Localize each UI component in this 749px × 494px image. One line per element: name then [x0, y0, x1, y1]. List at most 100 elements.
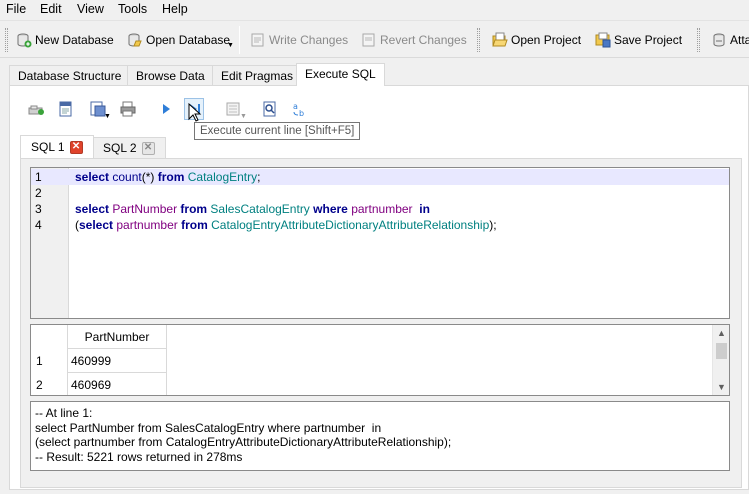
toolbar-grip[interactable]: [697, 28, 700, 52]
save-project-icon: [595, 32, 611, 48]
tab-browse-data[interactable]: Browse Data: [127, 65, 214, 86]
scroll-up-icon[interactable]: ▲: [713, 325, 729, 341]
find-text-icon[interactable]: [260, 98, 280, 120]
tab-execute-sql[interactable]: Execute SQL: [296, 63, 385, 86]
message-line: -- Result: 5221 rows returned in 278ms: [35, 449, 243, 464]
new-database-icon: [16, 32, 32, 48]
open-database-label: Open Database: [146, 33, 231, 47]
line-number: 1: [35, 170, 42, 184]
code-text: (select partnumber from CatalogEntryAttr…: [75, 217, 497, 233]
keyword: where: [313, 202, 348, 216]
open-database-icon: [127, 32, 143, 48]
keyword: select: [75, 170, 110, 184]
close-icon[interactable]: ✕: [141, 141, 155, 155]
message-line: -- At line 1:: [35, 406, 93, 420]
tab-sql-1[interactable]: SQL 1 ✕: [20, 135, 94, 158]
toolbar-separator: [239, 26, 240, 54]
editor-line[interactable]: 4 (select partnumber from CatalogEntryAt…: [31, 217, 729, 233]
menu-file[interactable]: File: [6, 2, 26, 16]
open-project-button[interactable]: Open Project: [492, 29, 581, 51]
new-database-button[interactable]: New Database: [16, 29, 114, 51]
print-icon[interactable]: [118, 98, 138, 120]
message-pane[interactable]: -- At line 1: select PartNumber from Sal…: [30, 401, 730, 471]
table-cell[interactable]: 460969: [67, 373, 167, 395]
line-number: 3: [35, 202, 42, 216]
sql-toolbar-separator: [147, 100, 148, 120]
function-name: count: [112, 170, 142, 184]
execute-line-tooltip: Execute current line [Shift+F5]: [194, 122, 361, 140]
row-number[interactable]: 1: [31, 349, 67, 373]
sql-editor[interactable]: 1 select count(*) from CatalogEntry; 2 3…: [30, 167, 730, 319]
line-number: 4: [35, 218, 42, 232]
write-changes-label: Write Changes: [269, 33, 349, 47]
column-header-partnumber[interactable]: PartNumber: [67, 325, 167, 349]
keyword: select: [75, 202, 110, 216]
menu-tools[interactable]: Tools: [118, 2, 147, 16]
toolbar-grip[interactable]: [477, 28, 480, 52]
tab-sql-2[interactable]: SQL 2 ✕: [92, 137, 166, 158]
write-changes-icon: [250, 32, 266, 48]
svg-text:a: a: [293, 102, 298, 111]
open-project-icon: [492, 32, 508, 48]
code-punct: ;: [257, 170, 261, 184]
close-icon[interactable]: ✕: [69, 140, 83, 154]
menu-edit[interactable]: Edit: [40, 2, 62, 16]
code-punct: );: [489, 218, 497, 232]
open-sql-file-icon[interactable]: [56, 98, 76, 120]
table-name: SalesCatalogEntry: [210, 202, 310, 216]
attach-database-button[interactable]: Atta: [711, 29, 749, 51]
keyword: select: [79, 218, 114, 232]
tab-edit-pragmas[interactable]: Edit Pragmas: [212, 65, 303, 86]
table-name: CatalogEntryAttributeDictionaryAttribute…: [211, 218, 490, 232]
code-text: select PartNumber from SalesCatalogEntry…: [75, 201, 430, 217]
keyword: from: [181, 218, 208, 232]
new-database-label: New Database: [35, 33, 114, 47]
column-name: PartNumber: [112, 202, 178, 216]
tab-sql-2-label: SQL 2: [103, 141, 137, 155]
svg-text:b: b: [299, 109, 304, 117]
message-line: (select partnumber from CatalogEntryAttr…: [35, 435, 452, 449]
tab-database-structure[interactable]: Database Structure: [9, 65, 131, 86]
save-project-label: Save Project: [614, 33, 683, 47]
toolbar-grip[interactable]: [5, 28, 8, 52]
menu-view[interactable]: View: [77, 2, 104, 16]
open-database-dropdown-icon[interactable]: ▼: [227, 42, 234, 49]
open-tab-icon[interactable]: [26, 98, 46, 120]
revert-changes-label: Revert Changes: [380, 33, 467, 47]
row-number[interactable]: 2: [31, 373, 67, 395]
results-scrollbar[interactable]: ▲ ▼: [712, 325, 729, 395]
column-name: partnumber: [351, 202, 413, 216]
open-database-button[interactable]: Open Database: [127, 29, 230, 51]
editor-line[interactable]: 1 select count(*) from CatalogEntry;: [31, 169, 729, 185]
menu-help[interactable]: Help: [162, 2, 188, 16]
revert-changes-button[interactable]: Revert Changes: [361, 29, 467, 51]
table-cell[interactable]: 460999: [67, 349, 167, 373]
main-toolbar: New Database Open Database ▼ Write Chang…: [0, 20, 749, 58]
menu-bar: File Edit View Tools Help: [0, 0, 749, 20]
revert-changes-icon: [361, 32, 377, 48]
keyword: from: [180, 202, 208, 216]
save-sql-dropdown-icon[interactable]: ▼: [104, 113, 111, 120]
editor-line[interactable]: 2: [31, 185, 729, 201]
line-number: 2: [35, 186, 42, 200]
attach-database-label: Atta: [730, 33, 749, 47]
attach-database-icon: [711, 32, 727, 48]
code-text: select count(*) from CatalogEntry;: [75, 169, 260, 185]
execute-all-icon[interactable]: [156, 98, 176, 120]
write-changes-button[interactable]: Write Changes: [250, 29, 348, 51]
save-results-dropdown-icon[interactable]: ▼: [240, 113, 247, 120]
tab-sql-1-label: SQL 1: [31, 140, 65, 154]
results-grid[interactable]: PartNumber 1 460999 2 460969 ▲ ▼: [30, 324, 730, 396]
open-project-label: Open Project: [511, 33, 582, 47]
column-name: partnumber: [116, 218, 178, 232]
table-name: CatalogEntry: [187, 170, 258, 184]
keyword: in: [419, 202, 430, 216]
scroll-down-icon[interactable]: ▼: [713, 379, 729, 395]
find-replace-icon[interactable]: ab: [290, 98, 310, 120]
code-punct: (*): [141, 170, 158, 184]
scroll-thumb[interactable]: [716, 343, 727, 359]
save-project-button[interactable]: Save Project: [595, 29, 682, 51]
editor-line[interactable]: 3 select PartNumber from SalesCatalogEnt…: [31, 201, 729, 217]
message-line: select PartNumber from SalesCatalogEntry…: [35, 420, 382, 435]
keyword: from: [157, 170, 185, 184]
